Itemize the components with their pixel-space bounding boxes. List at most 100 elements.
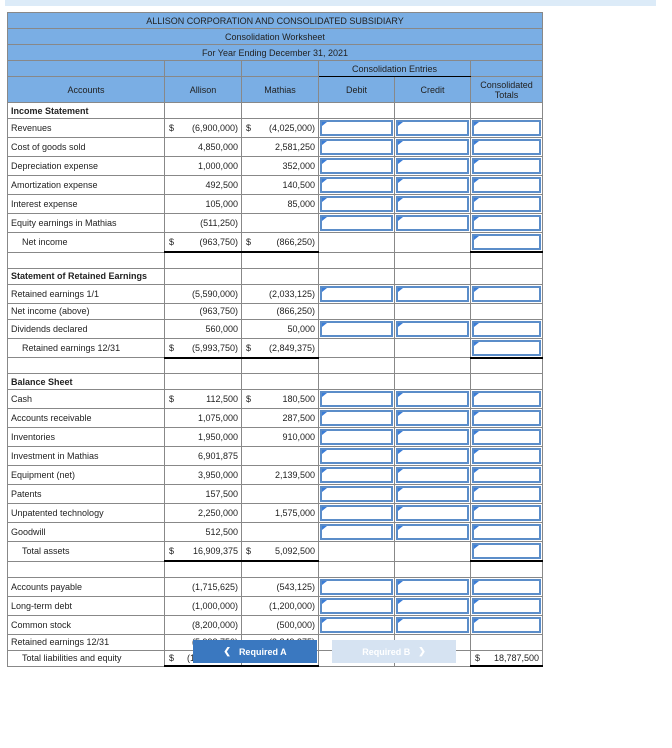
consolidated-total-cell-input[interactable] bbox=[472, 429, 541, 445]
credit-cell[interactable] bbox=[394, 614, 471, 635]
consolidated-total-cell[interactable] bbox=[470, 232, 543, 253]
credit-cell[interactable] bbox=[394, 427, 471, 447]
credit-cell-input[interactable] bbox=[396, 391, 469, 407]
credit-cell-input[interactable] bbox=[396, 196, 469, 212]
debit-cell-input[interactable] bbox=[320, 215, 393, 231]
debit-cell-input[interactable] bbox=[320, 139, 393, 155]
consolidated-total-cell-input[interactable] bbox=[472, 543, 541, 559]
consolidated-total-cell-input[interactable] bbox=[472, 410, 541, 426]
debit-cell[interactable] bbox=[318, 595, 395, 616]
credit-cell[interactable] bbox=[394, 118, 471, 138]
credit-cell[interactable] bbox=[394, 408, 471, 428]
consolidated-total-cell-input[interactable] bbox=[472, 120, 541, 136]
credit-cell[interactable] bbox=[394, 522, 471, 542]
credit-cell-input[interactable] bbox=[396, 505, 469, 521]
debit-cell[interactable] bbox=[318, 118, 395, 138]
consolidated-total-cell-input[interactable] bbox=[472, 139, 541, 155]
debit-cell[interactable] bbox=[318, 175, 395, 195]
required-a-button[interactable]: ❮ Required A bbox=[193, 640, 317, 663]
debit-cell-input[interactable] bbox=[320, 196, 393, 212]
consolidated-total-cell-input[interactable] bbox=[472, 448, 541, 464]
debit-cell-input[interactable] bbox=[320, 597, 393, 614]
credit-cell-input[interactable] bbox=[396, 139, 469, 155]
debit-cell[interactable] bbox=[318, 427, 395, 447]
credit-cell-input[interactable] bbox=[396, 448, 469, 464]
consolidated-total-cell[interactable] bbox=[470, 446, 543, 466]
credit-cell[interactable] bbox=[394, 137, 471, 157]
consolidated-total-cell[interactable] bbox=[470, 213, 543, 233]
consolidated-total-cell[interactable] bbox=[470, 408, 543, 428]
credit-cell-input[interactable] bbox=[396, 158, 469, 174]
debit-cell-input[interactable] bbox=[320, 285, 393, 302]
consolidated-total-cell[interactable] bbox=[470, 175, 543, 195]
debit-cell-input[interactable] bbox=[320, 616, 393, 633]
consolidated-total-cell[interactable] bbox=[470, 389, 543, 409]
consolidated-total-cell[interactable] bbox=[470, 427, 543, 447]
consolidated-total-cell[interactable] bbox=[470, 337, 543, 359]
credit-cell[interactable] bbox=[394, 213, 471, 233]
debit-cell[interactable] bbox=[318, 389, 395, 409]
debit-cell[interactable] bbox=[318, 465, 395, 485]
consolidated-total-cell[interactable] bbox=[470, 283, 543, 304]
consolidated-total-cell-input[interactable] bbox=[472, 505, 541, 521]
debit-cell[interactable] bbox=[318, 318, 395, 339]
consolidated-total-cell-input[interactable] bbox=[472, 196, 541, 212]
credit-cell[interactable] bbox=[394, 389, 471, 409]
credit-cell-input[interactable] bbox=[396, 486, 469, 502]
credit-cell[interactable] bbox=[394, 446, 471, 466]
credit-cell[interactable] bbox=[394, 283, 471, 304]
debit-cell[interactable] bbox=[318, 522, 395, 542]
consolidated-total-cell-input[interactable] bbox=[472, 285, 541, 302]
debit-cell[interactable] bbox=[318, 576, 395, 597]
required-b-button[interactable]: Required B ❯ bbox=[332, 640, 456, 663]
debit-cell[interactable] bbox=[318, 156, 395, 176]
consolidated-total-cell-input[interactable] bbox=[472, 578, 541, 595]
credit-cell[interactable] bbox=[394, 576, 471, 597]
debit-cell-input[interactable] bbox=[320, 320, 393, 337]
credit-cell[interactable] bbox=[394, 156, 471, 176]
consolidated-total-cell[interactable] bbox=[470, 614, 543, 635]
consolidated-total-cell-input[interactable] bbox=[472, 339, 541, 356]
credit-cell[interactable] bbox=[394, 595, 471, 616]
consolidated-total-cell-input[interactable] bbox=[472, 486, 541, 502]
consolidated-total-cell[interactable] bbox=[470, 484, 543, 504]
credit-cell-input[interactable] bbox=[396, 320, 469, 337]
debit-cell-input[interactable] bbox=[320, 158, 393, 174]
consolidated-total-cell[interactable] bbox=[470, 194, 543, 214]
debit-cell-input[interactable] bbox=[320, 429, 393, 445]
debit-cell[interactable] bbox=[318, 503, 395, 523]
consolidated-total-cell-input[interactable] bbox=[472, 177, 541, 193]
credit-cell[interactable] bbox=[394, 175, 471, 195]
consolidated-total-cell[interactable] bbox=[470, 595, 543, 616]
debit-cell[interactable] bbox=[318, 213, 395, 233]
credit-cell[interactable] bbox=[394, 194, 471, 214]
consolidated-total-cell-input[interactable] bbox=[472, 391, 541, 407]
debit-cell-input[interactable] bbox=[320, 578, 393, 595]
debit-cell-input[interactable] bbox=[320, 467, 393, 483]
credit-cell[interactable] bbox=[394, 318, 471, 339]
credit-cell-input[interactable] bbox=[396, 524, 469, 540]
debit-cell-input[interactable] bbox=[320, 486, 393, 502]
consolidated-total-cell[interactable] bbox=[470, 541, 543, 562]
debit-cell[interactable] bbox=[318, 614, 395, 635]
credit-cell[interactable] bbox=[394, 503, 471, 523]
debit-cell[interactable] bbox=[318, 137, 395, 157]
credit-cell-input[interactable] bbox=[396, 215, 469, 231]
consolidated-total-cell-input[interactable] bbox=[472, 616, 541, 633]
credit-cell-input[interactable] bbox=[396, 429, 469, 445]
debit-cell[interactable] bbox=[318, 283, 395, 304]
consolidated-total-cell[interactable] bbox=[470, 465, 543, 485]
consolidated-total-cell-input[interactable] bbox=[472, 467, 541, 483]
debit-cell-input[interactable] bbox=[320, 410, 393, 426]
consolidated-total-cell[interactable] bbox=[470, 156, 543, 176]
debit-cell-input[interactable] bbox=[320, 505, 393, 521]
credit-cell-input[interactable] bbox=[396, 285, 469, 302]
consolidated-total-cell-input[interactable] bbox=[472, 215, 541, 231]
debit-cell[interactable] bbox=[318, 446, 395, 466]
credit-cell-input[interactable] bbox=[396, 616, 469, 633]
consolidated-total-cell-input[interactable] bbox=[472, 597, 541, 614]
consolidated-total-cell[interactable] bbox=[470, 522, 543, 542]
consolidated-total-cell[interactable] bbox=[470, 576, 543, 597]
consolidated-total-cell-input[interactable] bbox=[472, 320, 541, 337]
consolidated-total-cell[interactable] bbox=[470, 503, 543, 523]
